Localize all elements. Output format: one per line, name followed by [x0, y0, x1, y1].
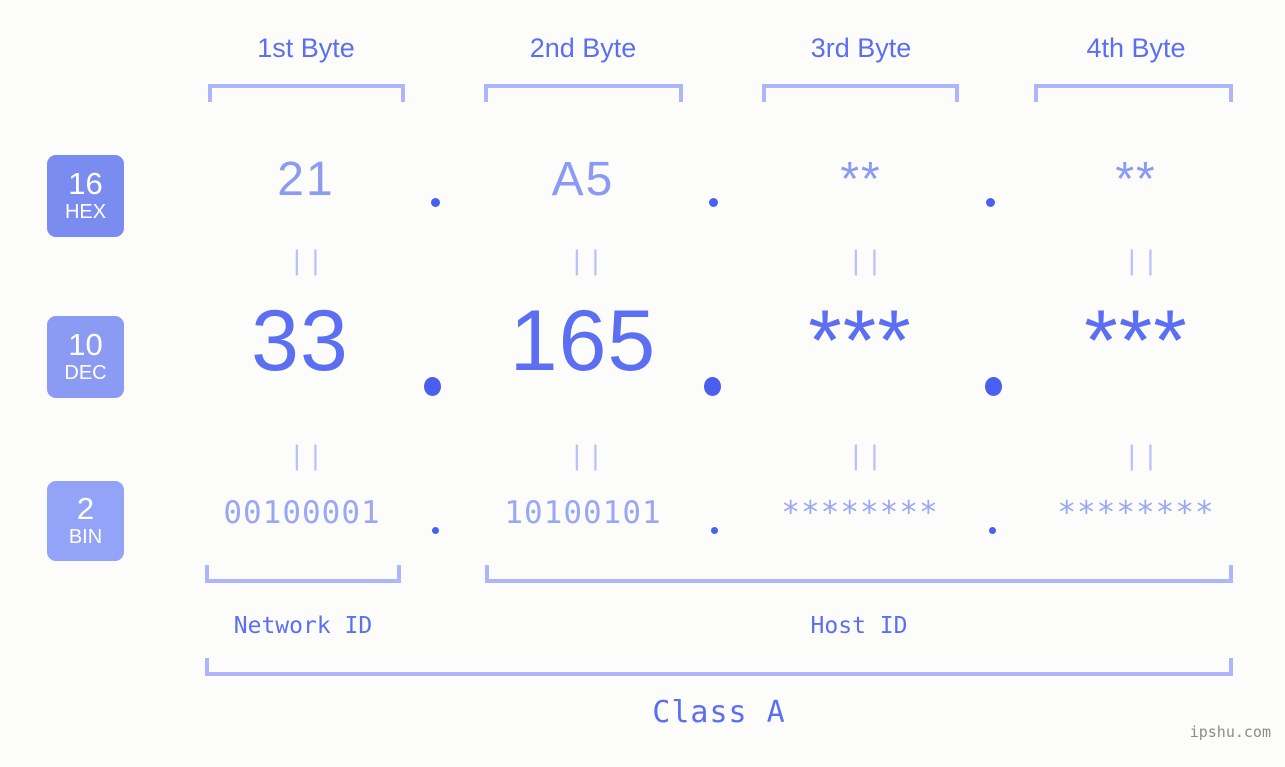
ip-address-breakdown-diagram: 1st Byte 2nd Byte 3rd Byte 4th Byte 16 H… [0, 0, 1285, 767]
host-id-label: Host ID [810, 613, 908, 639]
hex-dot-separator-1 [431, 198, 440, 207]
equals-mark-hex-dec-1: || [289, 246, 327, 276]
class-bracket [205, 658, 1233, 676]
network-id-bracket [205, 565, 401, 583]
bin-byte-2: 10100101 [504, 495, 662, 531]
bin-dot-separator-1 [432, 527, 439, 534]
equals-mark-hex-dec-3: || [848, 246, 886, 276]
hex-byte-3: ** [840, 153, 882, 206]
dec-byte-1: 33 [251, 293, 349, 389]
byte-bracket-2 [484, 84, 683, 102]
equals-mark-dec-bin-1: || [289, 441, 327, 471]
network-id-label: Network ID [233, 613, 373, 639]
base-badge-bin-number: 2 [76, 490, 95, 526]
dec-dot-separator-2 [704, 377, 721, 396]
bin-byte-4: ******** [1057, 495, 1215, 531]
hex-byte-4: ** [1115, 153, 1157, 206]
base-badge-hex-number: 16 [68, 165, 103, 201]
bin-dot-separator-2 [711, 527, 718, 534]
base-badge-dec: 10 DEC [47, 316, 124, 398]
equals-mark-dec-bin-3: || [848, 441, 886, 471]
hex-byte-2: A5 [551, 153, 615, 206]
dec-byte-4: *** [1084, 293, 1188, 389]
equals-mark-dec-bin-2: || [569, 441, 607, 471]
dec-dot-separator-3 [985, 377, 1002, 396]
base-badge-bin-abbr: BIN [68, 526, 103, 549]
class-label: Class A [652, 695, 786, 730]
base-badge-hex-abbr: HEX [64, 201, 107, 224]
equals-mark-dec-bin-4: || [1124, 441, 1162, 471]
bin-byte-1: 00100001 [223, 495, 381, 531]
byte-bracket-3 [762, 84, 959, 102]
base-badge-bin: 2 BIN [47, 481, 124, 561]
byte-bracket-1 [208, 84, 405, 102]
equals-mark-hex-dec-4: || [1124, 246, 1162, 276]
base-badge-hex: 16 HEX [47, 155, 124, 237]
byte-header-4: 4th Byte [1086, 33, 1186, 63]
dec-dot-separator-1 [424, 377, 441, 396]
equals-mark-hex-dec-2: || [569, 246, 607, 276]
base-badge-dec-abbr: DEC [64, 362, 107, 385]
byte-header-3: 3rd Byte [810, 33, 912, 63]
byte-bracket-4 [1034, 84, 1233, 102]
bin-byte-3: ******** [781, 495, 939, 531]
hex-byte-1: 21 [277, 153, 335, 206]
dec-byte-3: *** [808, 293, 912, 389]
byte-header-2: 2nd Byte [529, 33, 637, 63]
bin-dot-separator-3 [989, 527, 996, 534]
dec-byte-2: 165 [509, 293, 657, 389]
site-watermark: ipshu.com [1189, 723, 1271, 741]
hex-dot-separator-3 [986, 198, 995, 207]
base-badge-dec-number: 10 [68, 326, 103, 362]
byte-header-1: 1st Byte [257, 33, 355, 63]
host-id-bracket [485, 565, 1233, 583]
hex-dot-separator-2 [709, 198, 718, 207]
